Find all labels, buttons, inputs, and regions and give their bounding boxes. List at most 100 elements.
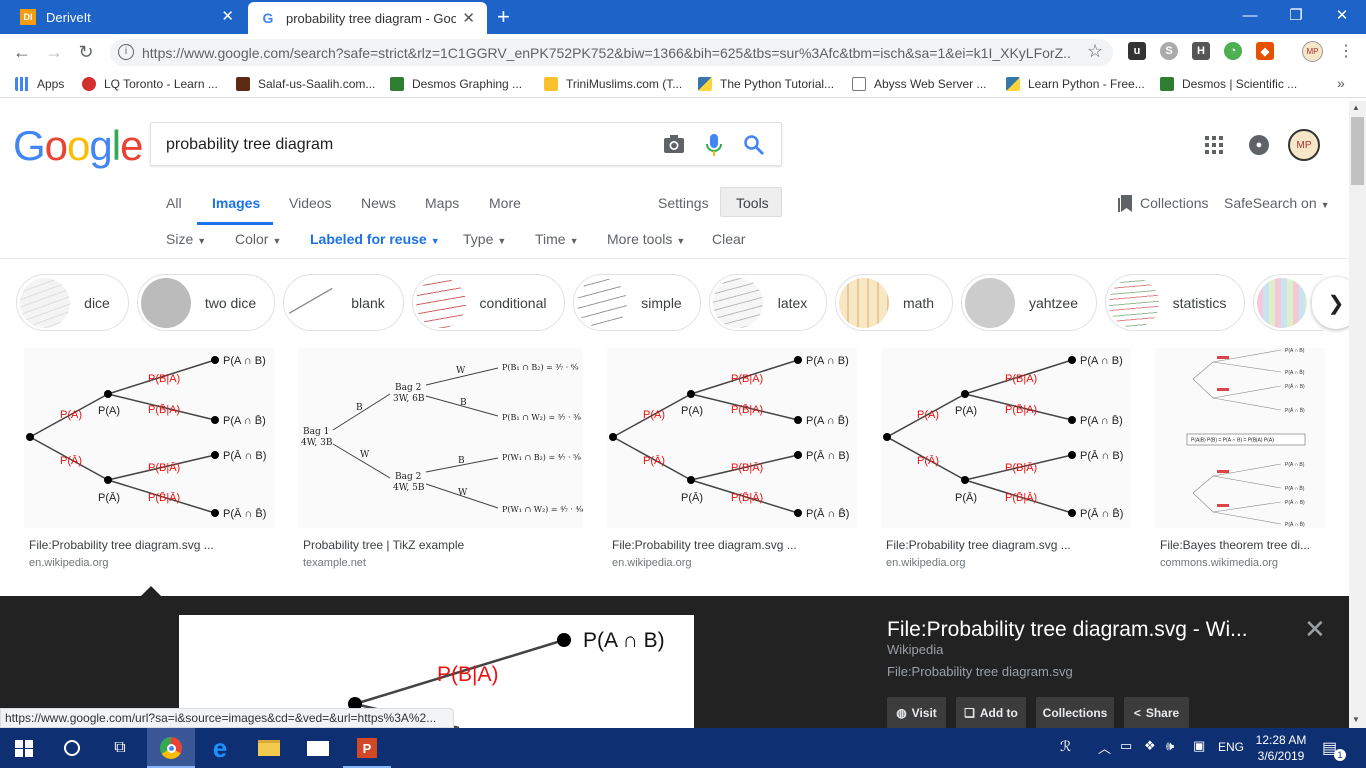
google-apps-icon[interactable] bbox=[1205, 136, 1223, 154]
collections-link[interactable]: Collections bbox=[1140, 195, 1208, 211]
bookmark-trinimuslims[interactable]: TriniMuslims.com (T... bbox=[544, 76, 682, 92]
new-tab-icon[interactable]: + bbox=[497, 4, 510, 30]
visit-button[interactable]: ◍ Visit bbox=[887, 697, 946, 729]
chip-yahtzee[interactable]: yahtzee bbox=[961, 274, 1097, 331]
bookmark-desmos-scientific[interactable]: Desmos | Scientific ... bbox=[1160, 76, 1297, 92]
close-preview-icon[interactable]: ✕ bbox=[1304, 614, 1326, 645]
bookmark-desmos-graphing[interactable]: Desmos Graphing ... bbox=[390, 76, 522, 92]
close-tab-icon[interactable]: ✕ bbox=[221, 9, 234, 24]
orange-extension-icon[interactable]: ◆ bbox=[1256, 42, 1274, 60]
tab-all[interactable]: All bbox=[166, 195, 182, 211]
edge-taskbar-icon[interactable]: e bbox=[196, 728, 244, 768]
filter-time[interactable]: Time ▼ bbox=[535, 231, 579, 247]
result-thumbnail[interactable]: P(A) P(Ā) P(B|A) P(B̄|A) P(B|Ā) P(B̄|Ā) P(A) P… bbox=[24, 348, 274, 528]
bookmark-salaf[interactable]: Salaf-us-Saalih.com... bbox=[236, 76, 375, 92]
close-window-icon[interactable]: ✕ bbox=[1319, 0, 1365, 30]
filter-type[interactable]: Type ▼ bbox=[463, 231, 506, 247]
search-icon[interactable] bbox=[743, 134, 765, 156]
filter-color[interactable]: Color ▼ bbox=[235, 231, 281, 247]
scroll-down-icon[interactable]: ▼ bbox=[1352, 715, 1360, 724]
account-avatar[interactable]: MP bbox=[1288, 129, 1320, 161]
chip-math[interactable]: math bbox=[835, 274, 953, 331]
clock[interactable]: 12:28 AM 3/6/2019 bbox=[1250, 732, 1312, 764]
back-icon[interactable]: ← bbox=[6, 34, 38, 70]
result-source[interactable]: texample.net bbox=[303, 557, 366, 569]
windows-start-icon[interactable] bbox=[15, 740, 33, 757]
result-source[interactable]: commons.wikimedia.org bbox=[1160, 557, 1278, 569]
volume-icon[interactable]: 🕪 bbox=[1166, 738, 1174, 754]
chip-simple[interactable]: simple bbox=[573, 274, 701, 331]
skype-extension-icon[interactable]: S bbox=[1160, 42, 1178, 60]
result-source[interactable]: en.wikipedia.org bbox=[612, 557, 692, 569]
color-extension-icon[interactable]: ◔ bbox=[1224, 42, 1242, 60]
url-text[interactable]: https://www.google.com/search?safe=stric… bbox=[142, 45, 1072, 61]
tab-more[interactable]: More bbox=[489, 195, 521, 211]
mail-icon[interactable] bbox=[294, 728, 342, 768]
result-title[interactable]: File:Probability tree diagram.svg ... bbox=[612, 538, 797, 552]
chip-statistics[interactable]: statistics bbox=[1105, 274, 1245, 331]
tools-label[interactable]: Tools bbox=[736, 195, 769, 211]
share-button[interactable]: < Share bbox=[1124, 697, 1189, 729]
filter-clear[interactable]: Clear bbox=[712, 231, 745, 247]
collections-icon[interactable] bbox=[1118, 195, 1132, 212]
result-thumbnail[interactable]: Bag 1 4W, 3B Bag 2 3W, 6B Bag 2 4W, 5B B… bbox=[298, 348, 583, 528]
tab-maps[interactable]: Maps bbox=[425, 195, 459, 211]
settings-link[interactable]: Settings bbox=[658, 195, 709, 211]
google-logo[interactable]: Google bbox=[13, 122, 143, 170]
task-view-icon[interactable]: ⧉ bbox=[96, 728, 144, 768]
add-to-button[interactable]: ❏ Add to bbox=[956, 697, 1026, 729]
battery-icon[interactable]: ▭ bbox=[1120, 738, 1132, 754]
result-thumbnail[interactable]: P(A) P(Ā) P(B|A) P(B̄|A) P(B|Ā) P(B̄|Ā) P(A) P… bbox=[607, 348, 857, 528]
filter-more-tools[interactable]: More tools ▼ bbox=[607, 231, 685, 247]
close-tab-icon[interactable]: ✕ bbox=[462, 11, 475, 26]
page-scrollbar[interactable] bbox=[1349, 101, 1366, 728]
bookmark-lq-toronto[interactable]: LQ Toronto - Learn ... bbox=[82, 76, 218, 92]
result-source[interactable]: en.wikipedia.org bbox=[886, 557, 966, 569]
h-extension-icon[interactable]: H bbox=[1192, 42, 1210, 60]
tab-news[interactable]: News bbox=[361, 195, 396, 211]
tab-images[interactable]: Images bbox=[212, 195, 260, 211]
result-title[interactable]: Probability tree | TikZ example bbox=[303, 538, 464, 552]
safesearch-toggle[interactable]: SafeSearch on ▼ bbox=[1224, 195, 1330, 211]
tab-deriveit[interactable]: DI DeriveIt ✕ bbox=[8, 0, 246, 34]
tab-videos[interactable]: Videos bbox=[289, 195, 332, 211]
scroll-up-icon[interactable]: ▲ bbox=[1352, 103, 1360, 112]
tray-up-icon[interactable]: ︿ bbox=[1098, 738, 1111, 757]
collections-button[interactable]: Collections bbox=[1036, 697, 1114, 729]
filter-usage-rights[interactable]: Labeled for reuse ▼ bbox=[310, 231, 440, 247]
chip-conditional[interactable]: conditional bbox=[412, 274, 565, 331]
ublock-extension-icon[interactable]: u bbox=[1128, 42, 1146, 60]
powerpoint-icon[interactable]: P bbox=[343, 728, 391, 768]
network-icon[interactable]: ▣ bbox=[1193, 738, 1205, 754]
notifications-bell-icon[interactable]: ● bbox=[1249, 135, 1269, 155]
chip-latex[interactable]: latex bbox=[709, 274, 827, 331]
chip-two-dice[interactable]: two dice bbox=[137, 274, 275, 331]
bookmark-apps[interactable]: Apps bbox=[15, 76, 64, 92]
chip-blank[interactable]: blank bbox=[283, 274, 404, 331]
reload-icon[interactable]: ↻ bbox=[70, 34, 102, 70]
bookmarks-overflow-icon[interactable]: » bbox=[1337, 75, 1345, 91]
file-explorer-icon[interactable] bbox=[245, 728, 293, 768]
language-indicator[interactable]: ENG bbox=[1218, 740, 1244, 754]
forward-icon[interactable]: → bbox=[38, 34, 70, 70]
result-source[interactable]: en.wikipedia.org bbox=[29, 557, 109, 569]
voice-search-icon[interactable] bbox=[706, 133, 722, 157]
tab-google-images[interactable]: G probability tree diagram - Googl ✕ bbox=[248, 2, 487, 34]
scrollbar-thumb[interactable] bbox=[1351, 117, 1364, 185]
people-icon[interactable]: ℛ bbox=[1060, 738, 1071, 755]
search-input[interactable]: probability tree diagram bbox=[166, 136, 333, 154]
result-thumbnail[interactable]: P(A) P(Ā) P(B|A) P(B̄|A) P(B|Ā) P(B̄|Ā) P(A) P… bbox=[881, 348, 1131, 528]
result-title[interactable]: File:Probability tree diagram.svg ... bbox=[886, 538, 1071, 552]
site-info-icon[interactable]: i bbox=[118, 44, 134, 60]
dropbox-icon[interactable]: ❖ bbox=[1144, 738, 1156, 754]
maximize-icon[interactable]: ❐ bbox=[1273, 0, 1319, 30]
profile-avatar[interactable]: MP bbox=[1302, 41, 1323, 62]
cortana-search-icon[interactable] bbox=[48, 728, 96, 768]
chrome-taskbar-icon[interactable] bbox=[147, 728, 195, 768]
chip-dice[interactable]: dice bbox=[16, 274, 129, 331]
result-title[interactable]: File:Probability tree diagram.svg ... bbox=[29, 538, 214, 552]
camera-search-icon[interactable] bbox=[663, 134, 685, 154]
filter-size[interactable]: Size ▼ bbox=[166, 231, 206, 247]
bookmark-python-tutorial[interactable]: The Python Tutorial... bbox=[698, 76, 834, 92]
preview-title[interactable]: File:Probability tree diagram.svg - Wi..… bbox=[887, 618, 1248, 642]
